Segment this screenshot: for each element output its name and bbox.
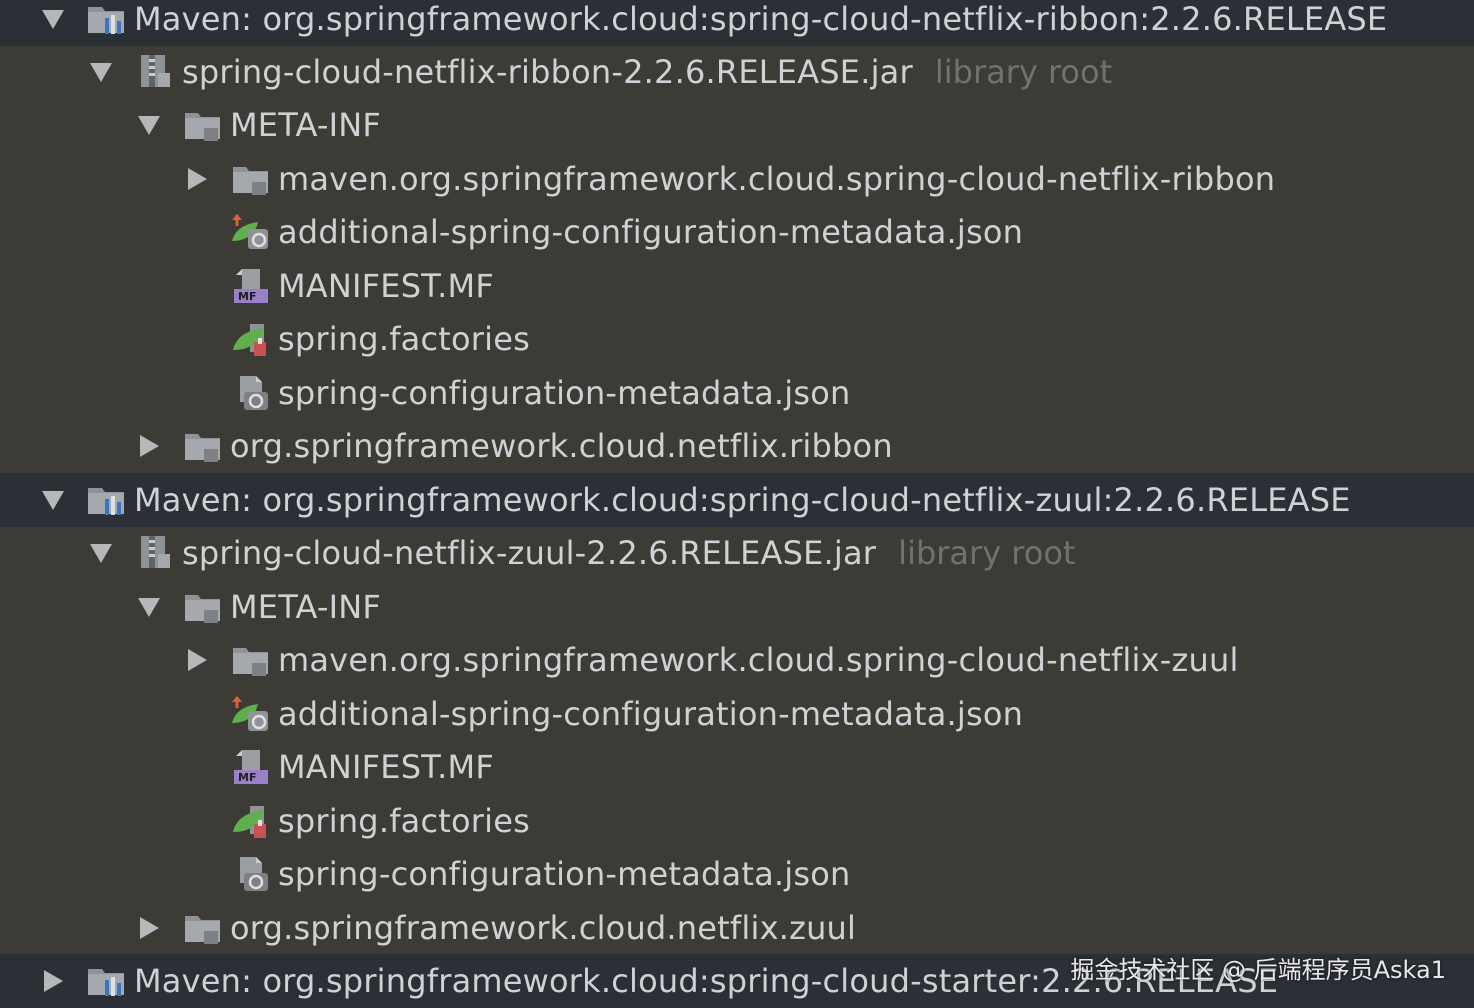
- json-file-icon: [230, 372, 272, 414]
- collapse-arrow-icon[interactable]: [182, 633, 212, 687]
- tree-row-label: maven.org.springframework.cloud.spring-c…: [278, 160, 1276, 198]
- tree-row-label: maven.org.springframework.cloud.spring-c…: [278, 641, 1239, 679]
- tree-row-meta-inf[interactable]: META-INF: [0, 580, 1474, 634]
- tree-row-label: META-INF: [230, 106, 382, 144]
- tree-row-file[interactable]: spring-configuration-metadata.json: [0, 847, 1474, 901]
- collapse-arrow-icon[interactable]: [134, 901, 164, 955]
- jar-archive-icon: [134, 51, 176, 93]
- json-file-icon: [230, 853, 272, 895]
- spring-json-icon: [230, 693, 272, 735]
- folder-icon: [182, 425, 224, 467]
- tree-row-file[interactable]: additional-spring-configuration-metadata…: [0, 205, 1474, 259]
- spring-json-icon: [230, 211, 272, 253]
- tree-row-maven-ribbon[interactable]: Maven: org.springframework.cloud:spring-…: [0, 0, 1474, 46]
- expand-arrow-icon[interactable]: [86, 526, 116, 580]
- tree-row-file[interactable]: spring.factories: [0, 794, 1474, 848]
- manifest-file-icon: MF: [230, 746, 272, 788]
- library-root-hint: library root: [898, 534, 1076, 572]
- tree-row-jar-zuul[interactable]: spring-cloud-netflix-zuul-2.2.6.RELEASE.…: [0, 526, 1474, 580]
- manifest-file-icon: MF: [230, 265, 272, 307]
- expand-arrow-icon[interactable]: [134, 580, 164, 634]
- expand-arrow-icon[interactable]: [38, 473, 68, 527]
- watermark: 掘金技术社区 @ 后端程序员Aska1: [1070, 956, 1446, 984]
- tree-row-label: spring.factories: [278, 802, 530, 840]
- maven-library-icon: [86, 479, 128, 521]
- collapse-arrow-icon[interactable]: [134, 419, 164, 473]
- tree-row-maven-zuul[interactable]: Maven: org.springframework.cloud:spring-…: [0, 473, 1474, 527]
- tree-row-package[interactable]: org.springframework.cloud.netflix.zuul: [0, 901, 1474, 955]
- svg-text:MF: MF: [238, 771, 256, 784]
- expand-arrow-icon[interactable]: [86, 45, 116, 99]
- spring-factories-icon: [230, 800, 272, 842]
- tree-row-label: org.springframework.cloud.netflix.zuul: [230, 909, 857, 947]
- tree-row-jar-ribbon[interactable]: spring-cloud-netflix-ribbon-2.2.6.RELEAS…: [0, 45, 1474, 99]
- folder-icon: [182, 104, 224, 146]
- spring-factories-icon: [230, 318, 272, 360]
- tree-row-label: spring-cloud-netflix-ribbon-2.2.6.RELEAS…: [182, 53, 913, 91]
- svg-text:MF: MF: [238, 290, 256, 303]
- tree-row-label: spring-configuration-metadata.json: [278, 374, 851, 412]
- jar-archive-icon: [134, 532, 176, 574]
- tree-row-label: spring.factories: [278, 320, 530, 358]
- tree-row-label: MANIFEST.MF: [278, 267, 494, 305]
- tree-row-file[interactable]: spring.factories: [0, 312, 1474, 366]
- tree-row-label: spring-cloud-netflix-zuul-2.2.6.RELEASE.…: [182, 534, 877, 572]
- tree-row-maven-folder[interactable]: maven.org.springframework.cloud.spring-c…: [0, 152, 1474, 206]
- folder-icon: [182, 586, 224, 628]
- library-root-hint: library root: [934, 53, 1113, 91]
- tree-row-label: Maven: org.springframework.cloud:spring-…: [134, 0, 1388, 38]
- tree-row-label: org.springframework.cloud.netflix.ribbon: [230, 427, 893, 465]
- tree-row-label: additional-spring-configuration-metadata…: [278, 213, 1024, 251]
- maven-library-icon: [86, 0, 128, 40]
- tree-row-file[interactable]: MF MANIFEST.MF: [0, 259, 1474, 313]
- tree-row-maven-folder[interactable]: maven.org.springframework.cloud.spring-c…: [0, 633, 1474, 687]
- collapse-arrow-icon[interactable]: [38, 954, 68, 1008]
- maven-library-icon: [86, 960, 128, 1002]
- tree-row-package[interactable]: org.springframework.cloud.netflix.ribbon: [0, 419, 1474, 473]
- tree-row-meta-inf[interactable]: META-INF: [0, 98, 1474, 152]
- project-tree: Maven: org.springframework.cloud:spring-…: [0, 0, 1474, 1008]
- tree-row-label: additional-spring-configuration-metadata…: [278, 695, 1024, 733]
- folder-icon: [230, 639, 272, 681]
- tree-row-label: Maven: org.springframework.cloud:spring-…: [134, 481, 1351, 519]
- tree-row-file[interactable]: additional-spring-configuration-metadata…: [0, 687, 1474, 741]
- tree-row-label: spring-configuration-metadata.json: [278, 855, 851, 893]
- expand-arrow-icon[interactable]: [134, 98, 164, 152]
- collapse-arrow-icon[interactable]: [182, 152, 212, 206]
- folder-icon: [182, 907, 224, 949]
- tree-row-label: MANIFEST.MF: [278, 748, 494, 786]
- tree-row-label: META-INF: [230, 588, 382, 626]
- tree-row-file[interactable]: MF MANIFEST.MF: [0, 740, 1474, 794]
- tree-row-file[interactable]: spring-configuration-metadata.json: [0, 366, 1474, 420]
- expand-arrow-icon[interactable]: [38, 0, 68, 46]
- folder-icon: [230, 158, 272, 200]
